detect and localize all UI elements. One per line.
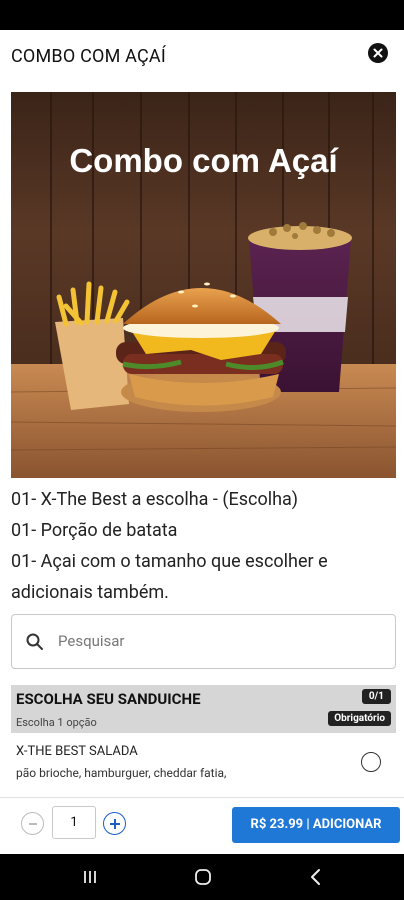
- modal-header: COMBO COM AÇAÍ: [0, 30, 404, 84]
- description-line: 01- X-The Best a escolha - (Escolha): [11, 489, 299, 510]
- section-title: ESCOLHA SEU SANDUICHE: [16, 690, 201, 708]
- system-nav-bar: [0, 854, 404, 900]
- quantity-field[interactable]: 1: [52, 806, 96, 839]
- product-description: 01- X-The Best a escolha - (Escolha) 01-…: [11, 484, 396, 608]
- recents-icon[interactable]: [82, 869, 98, 889]
- option-name: X-THE BEST SALADA: [16, 744, 138, 759]
- option-description: pão brioche, hamburguer, cheddar fatia,: [16, 766, 227, 780]
- hero-title: Combo com Açaí: [69, 142, 338, 179]
- product-modal: COMBO COM AÇAÍ Combo com Açaí 01- X-The …: [0, 0, 404, 900]
- selection-count-badge: 0/1: [361, 689, 391, 704]
- add-to-cart-button[interactable]: R$ 23.99 | ADICIONAR: [232, 807, 400, 843]
- section-subtitle: Escolha 1 opção: [16, 716, 97, 729]
- description-line: 01- Açai com o tamanho que escolher e ad…: [11, 551, 328, 603]
- option-item[interactable]: X-THE BEST SALADA pão brioche, hamburgue…: [11, 738, 396, 788]
- section-header: ESCOLHA SEU SANDUICHE Escolha 1 opção 0/…: [11, 685, 396, 733]
- cart-bar: 1 R$ 23.99 | ADICIONAR: [0, 797, 404, 853]
- decrease-quantity-button[interactable]: [21, 812, 44, 835]
- product-image: Combo com Açaí: [11, 92, 396, 478]
- search-field[interactable]: Pesquisar: [11, 614, 396, 669]
- modal-title: COMBO COM AÇAÍ: [11, 46, 166, 67]
- status-bar: [0, 0, 404, 30]
- search-input[interactable]: Pesquisar: [58, 632, 125, 650]
- description-line: 01- Porção de batata: [11, 520, 178, 541]
- close-icon[interactable]: [368, 43, 388, 63]
- back-icon[interactable]: [309, 868, 323, 890]
- search-icon: [25, 632, 45, 656]
- home-icon[interactable]: [194, 868, 212, 890]
- required-badge: Obrigatório: [328, 711, 391, 726]
- increase-quantity-button[interactable]: [103, 812, 126, 835]
- option-radio[interactable]: [361, 752, 381, 772]
